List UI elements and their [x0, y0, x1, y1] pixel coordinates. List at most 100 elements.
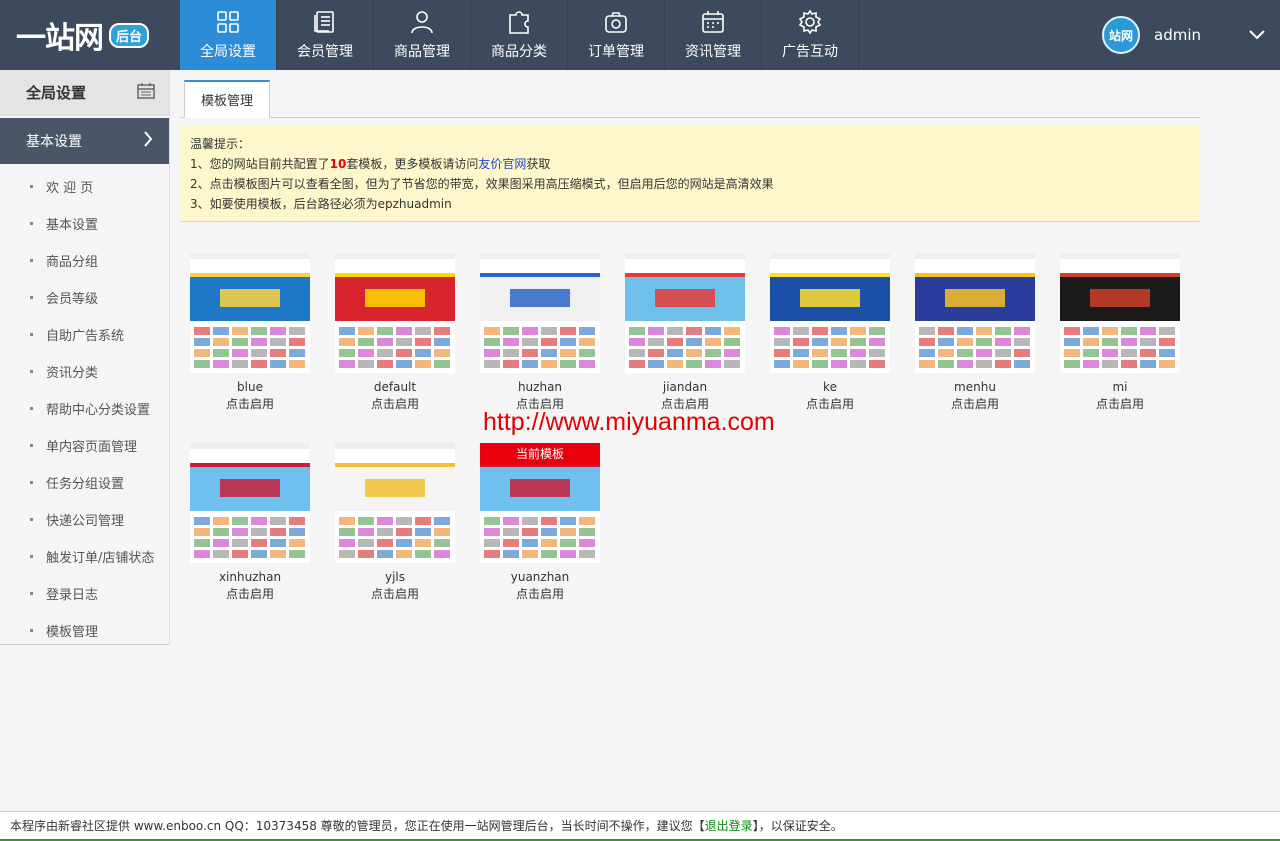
template-thumbnail[interactable]: [915, 253, 1035, 373]
notice-title: 温馨提示：: [190, 137, 251, 151]
thumb-product: [415, 528, 431, 536]
username[interactable]: admin: [1154, 26, 1234, 44]
template-thumbnail[interactable]: [335, 443, 455, 563]
sidebar-title: 全局设置: [26, 84, 87, 102]
enable-template-link[interactable]: 点击启用: [480, 585, 600, 603]
nav-item-0[interactable]: 全局设置: [180, 0, 277, 70]
enable-template-link[interactable]: 点击启用: [915, 395, 1035, 413]
enable-template-link[interactable]: 点击启用: [335, 585, 455, 603]
thumb-product: [774, 360, 790, 368]
sidebar-item-7[interactable]: 单内容页面管理: [0, 427, 169, 464]
thumb-product: [289, 360, 305, 368]
thumb-banner-text: [510, 289, 570, 307]
thumb-product: [194, 349, 210, 357]
avatar[interactable]: 站网: [1102, 16, 1140, 54]
enable-template-link[interactable]: 点击启用: [190, 395, 310, 413]
thumb-product: [705, 349, 721, 357]
thumb-product: [194, 528, 210, 536]
enable-template-link[interactable]: 点击启用: [1060, 395, 1180, 413]
thumb-product: [270, 539, 286, 547]
chevron-down-icon[interactable]: [1234, 0, 1280, 70]
sidebar-item-label: 会员等级: [46, 292, 99, 307]
sidebar-item-6[interactable]: 帮助中心分类设置: [0, 390, 169, 427]
sidebar-item-11[interactable]: 登录日志: [0, 575, 169, 612]
official-site-link[interactable]: 友价官网: [478, 157, 526, 171]
sidebar-item-label: 商品分组: [46, 255, 99, 270]
template-thumbnail[interactable]: 当前模板: [480, 443, 600, 563]
thumb-product: [522, 327, 538, 335]
thumb-product: [648, 349, 664, 357]
thumb-banner-text: [365, 479, 425, 497]
calendar-icon: [702, 11, 724, 33]
thumb-banner-text: [800, 289, 860, 307]
logout-link[interactable]: 退出登录: [705, 819, 753, 833]
thumb-product: [850, 327, 866, 335]
nav-item-5[interactable]: 资讯管理: [665, 0, 762, 70]
sidebar-item-8[interactable]: 任务分组设置: [0, 464, 169, 501]
thumb-product: [724, 360, 740, 368]
nav-item-2[interactable]: 商品管理: [374, 0, 471, 70]
thumb-banner-text: [510, 479, 570, 497]
enable-template-link[interactable]: 点击启用: [770, 395, 890, 413]
nav-item-4[interactable]: 订单管理: [568, 0, 665, 70]
sidebar-item-1[interactable]: 基本设置: [0, 205, 169, 242]
sidebar-item-12[interactable]: 模板管理: [0, 612, 169, 649]
thumb-product: [213, 539, 229, 547]
thumb-product: [560, 327, 576, 335]
user-menu[interactable]: 站网 admin: [1102, 0, 1280, 70]
sidebar-item-10[interactable]: 触发订单/店铺状态: [0, 538, 169, 575]
calendar-icon[interactable]: [137, 82, 155, 104]
thumb-product: [812, 327, 828, 335]
thumb-product: [396, 528, 412, 536]
sidebar-group-label: 基本设置: [26, 134, 82, 150]
thumb-product: [377, 338, 393, 346]
sidebar-group-basic[interactable]: 基本设置: [0, 118, 169, 164]
logo-badge: 后台: [109, 22, 150, 48]
template-thumbnail[interactable]: [625, 253, 745, 373]
template-thumbnail[interactable]: [190, 443, 310, 563]
sidebar-item-3[interactable]: 会员等级: [0, 279, 169, 316]
thumb-product: [957, 327, 973, 335]
thumb-product: [793, 349, 809, 357]
thumb-product: [377, 528, 393, 536]
thumb-product: [667, 360, 683, 368]
thumb-header: [770, 259, 890, 273]
thumb-product: [213, 360, 229, 368]
template-thumbnail[interactable]: [1060, 253, 1180, 373]
notice-line1-suffix: 获取: [526, 157, 551, 171]
nav-item-label: 广告互动: [782, 44, 838, 60]
sidebar-item-5[interactable]: 资讯分类: [0, 353, 169, 390]
thumb-product: [194, 327, 210, 335]
thumb-product: [339, 550, 355, 558]
thumb-product: [579, 528, 595, 536]
sidebar-item-4[interactable]: 自助广告系统: [0, 316, 169, 353]
template-thumbnail[interactable]: [480, 253, 600, 373]
sidebar-item-2[interactable]: 商品分组: [0, 242, 169, 279]
sidebar-item-0[interactable]: 欢 迎 页: [0, 168, 169, 205]
enable-template-link[interactable]: 点击启用: [190, 585, 310, 603]
thumb-product: [434, 550, 450, 558]
tab-template-management[interactable]: 模板管理: [184, 80, 270, 118]
top-navbar: 一站网 后台 全局设置 会员管理 商品管理 商品分类 订单管理 资讯管理 广告互动 站网 a…: [0, 0, 1280, 70]
camera-bag-icon: [605, 12, 627, 33]
thumb-product: [213, 338, 229, 346]
thumb-product: [270, 550, 286, 558]
sidebar-item-9[interactable]: 快递公司管理: [0, 501, 169, 538]
template-name: default: [373, 380, 417, 394]
thumb-product: [1140, 338, 1156, 346]
template-thumbnail[interactable]: [190, 253, 310, 373]
thumb-product: [793, 360, 809, 368]
thumb-product: [358, 517, 374, 525]
template-thumbnail[interactable]: [335, 253, 455, 373]
nav-item-3[interactable]: 商品分类: [471, 0, 568, 70]
logo[interactable]: 一站网 后台: [0, 0, 180, 70]
enable-template-link[interactable]: 点击启用: [335, 395, 455, 413]
thumb-product: [919, 338, 935, 346]
nav-item-1[interactable]: 会员管理: [277, 0, 374, 70]
nav-item-6[interactable]: 广告互动: [762, 0, 859, 70]
thumb-product: [484, 338, 500, 346]
thumb-product: [434, 349, 450, 357]
thumb-product: [831, 360, 847, 368]
template-thumbnail[interactable]: [770, 253, 890, 373]
thumb-product: [503, 349, 519, 357]
